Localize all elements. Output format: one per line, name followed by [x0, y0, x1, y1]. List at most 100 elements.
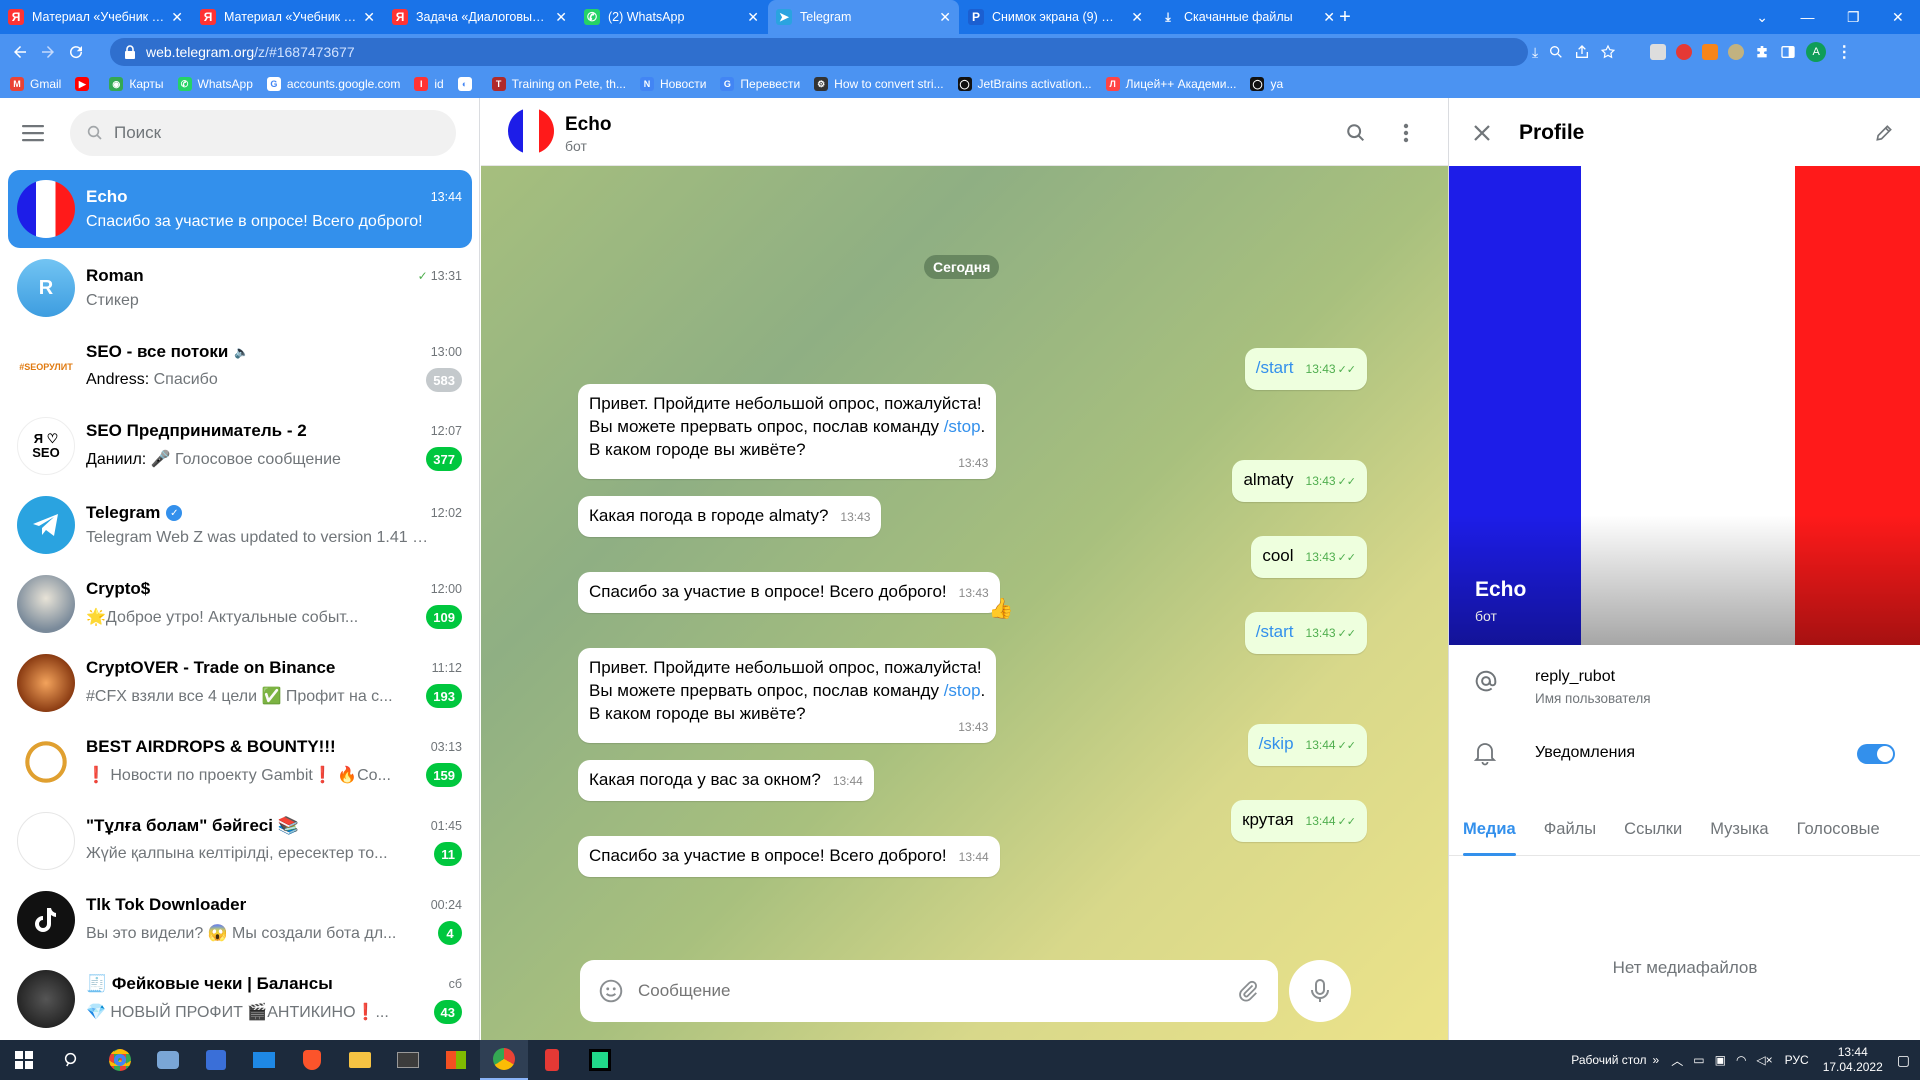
restore-icon[interactable]: ❐ — [1847, 9, 1860, 26]
command-link[interactable]: /stop — [944, 417, 981, 436]
taskbar-mail-icon[interactable] — [240, 1040, 288, 1080]
notifications-row[interactable]: Уведомления — [1449, 740, 1920, 766]
chat-list-item[interactable]: Я ♡ SEO SEO Предприниматель - 2 12:07 Дании… — [8, 407, 472, 485]
taskbar-app-icon[interactable] — [192, 1040, 240, 1080]
extension-icon[interactable] — [1676, 44, 1693, 60]
browser-tab[interactable]: ✆ (2) WhatsApp ✕ — [576, 0, 767, 34]
incoming-message[interactable]: Привет. Пройдите небольшой опрос, пожалу… — [578, 648, 997, 743]
profile-photo[interactable] — [1449, 166, 1920, 645]
browser-tab[interactable]: Я Задача «Диалоговый бот» — Ч ✕ — [384, 0, 575, 34]
chat-avatar[interactable] — [508, 108, 554, 154]
search-input[interactable]: Поиск — [70, 110, 456, 156]
tray-up-icon[interactable]: ︿ — [1671, 1052, 1683, 1069]
profile-tab[interactable]: Ссылки — [1624, 804, 1682, 856]
start-button[interactable] — [0, 1040, 48, 1080]
profile-tab[interactable]: Файлы — [1544, 804, 1596, 856]
chat-list-item[interactable]: Echo 13:44 Спасибо за участие в опросе! Вс… — [8, 170, 472, 248]
bookmark-item[interactable]: G Перевести — [720, 77, 800, 91]
close-tab-icon[interactable]: ✕ — [363, 9, 375, 26]
bookmark-item[interactable]: ⚙ How to convert stri... — [814, 77, 944, 91]
incoming-message[interactable]: Привет. Пройдите небольшой опрос, пожалу… — [578, 384, 997, 479]
outgoing-message[interactable]: cool 13:43 ✓✓ — [1251, 536, 1367, 578]
hamburger-menu-icon[interactable] — [22, 124, 44, 142]
voice-record-button[interactable] — [1289, 960, 1351, 1022]
bookmark-item[interactable]: ◐ — [457, 77, 478, 91]
emoji-icon[interactable] — [598, 978, 624, 1004]
command-link[interactable]: /stop — [944, 681, 981, 700]
tray-volume-icon[interactable]: ◁× — [1756, 1053, 1772, 1067]
chat-list-item[interactable]: #SEOРУЛИТ SEO - все потоки 🔈 13:00 Andress: … — [8, 328, 472, 406]
tray-language[interactable]: РУС — [1785, 1053, 1809, 1067]
taskbar-chrome-active-icon[interactable] — [480, 1040, 528, 1080]
chat-list-item[interactable]: R Roman ✓ 13:31 Стикер — [8, 249, 472, 327]
outgoing-message[interactable]: /start 13:43 ✓✓ — [1244, 612, 1367, 654]
username-row[interactable]: reply_rubot Имя пользователя — [1449, 668, 1920, 706]
incoming-message[interactable]: Спасибо за участие в опросе! Всего добро… — [578, 572, 1014, 620]
bookmark-item[interactable]: T Training on Pete, th... — [491, 77, 626, 91]
install-app-icon[interactable]: ⤓ — [1532, 44, 1538, 61]
bookmark-item[interactable]: Л Лицей++ Академи... — [1105, 77, 1236, 91]
profile-avatar[interactable]: A — [1806, 42, 1827, 62]
chat-list-item[interactable]: "Тұлға болам" бәйгесі 📚 01:45 Жүйе қалпына… — [8, 802, 472, 880]
chat-list-item[interactable]: 🧾 Фейковые чеки | Балансы сб 💎 НОВЫЙ ПРОФИ… — [8, 960, 472, 1038]
incoming-message[interactable]: Спасибо за участие в опросе! Всего добро… — [578, 836, 1000, 877]
browser-tab[interactable]: P Снимок экрана (9) — Postimag ✕ — [960, 0, 1151, 34]
tray-camera-icon[interactable]: ▣ — [1715, 1053, 1726, 1067]
tray-clock[interactable]: 13:44 17.04.2022 — [1823, 1045, 1883, 1075]
close-window-icon[interactable]: ✕ — [1892, 9, 1904, 26]
outgoing-message[interactable]: крутая 13:44 ✓✓ — [1231, 800, 1367, 842]
chat-list-item[interactable]: Telegram ✓ 12:02 Telegram Web Z was updated… — [8, 486, 472, 564]
tab-search-icon[interactable]: ⌄ — [1756, 9, 1768, 26]
address-bar[interactable]: web.telegram.org/z/#1687473677 — [110, 38, 1528, 66]
close-tab-icon[interactable]: ✕ — [171, 9, 183, 26]
bookmark-item[interactable]: ✆ WhatsApp — [177, 77, 253, 91]
extension-icon[interactable] — [1728, 44, 1745, 60]
desktop-label[interactable]: Рабочий стол — [1571, 1053, 1646, 1067]
close-icon[interactable] — [1473, 124, 1491, 142]
bookmark-item[interactable]: N Новости — [639, 77, 706, 91]
chat-list-item[interactable]: Crypto$ 12:00 🌟Доброе утро! Актуальные соб… — [8, 565, 472, 643]
thumbs-up-reaction-icon[interactable]: 👍 — [989, 598, 1014, 621]
bookmark-item[interactable]: ▶ — [75, 77, 95, 91]
metamask-icon[interactable] — [1702, 44, 1719, 60]
notifications-toggle[interactable] — [1857, 744, 1895, 764]
browser-tab[interactable]: ➤ Telegram ✕ — [768, 0, 959, 34]
new-tab-button[interactable]: + — [1330, 0, 1360, 34]
bookmark-item[interactable]: ◯ ya — [1250, 77, 1283, 91]
menu-dots-icon[interactable]: ⋮ — [1836, 42, 1852, 62]
profile-tab[interactable]: Медиа — [1463, 804, 1516, 856]
back-button[interactable] — [6, 38, 34, 66]
attach-icon[interactable] — [1236, 979, 1260, 1003]
incoming-message[interactable]: Какая погода в городе almaty? 13:43 — [578, 496, 882, 537]
minimize-icon[interactable]: — — [1800, 9, 1814, 25]
bookmark-item[interactable]: ◯ JetBrains activation... — [957, 77, 1092, 91]
taskbar-search-button[interactable] — [48, 1040, 96, 1080]
more-options-icon[interactable] — [1403, 122, 1409, 144]
sidepanel-icon[interactable] — [1780, 44, 1796, 60]
browser-tab[interactable]: Я Материал «Учебник | Чат-боты ✕ — [0, 0, 191, 34]
outgoing-message[interactable]: almaty 13:43 ✓✓ — [1232, 460, 1367, 502]
profile-tab[interactable]: Музыка — [1710, 804, 1768, 856]
chat-list-item[interactable]: CryptOVER - Trade on Binance 11:12 #CFX вз… — [8, 644, 472, 722]
close-tab-icon[interactable]: ✕ — [747, 9, 759, 26]
browser-tab[interactable]: Я Материал «Учебник | Чат-боты ✕ — [192, 0, 383, 34]
tray-wifi-icon[interactable]: ◠ — [1736, 1053, 1746, 1067]
outgoing-message[interactable]: /start 13:43 ✓✓ — [1244, 348, 1367, 390]
close-tab-icon[interactable]: ✕ — [1131, 9, 1143, 26]
taskbar-store-icon[interactable] — [432, 1040, 480, 1080]
bookmark-item[interactable]: ◉ Карты — [109, 77, 164, 91]
command-link[interactable]: /start — [1256, 358, 1294, 377]
reload-button[interactable] — [62, 38, 90, 66]
taskbar-chrome-icon[interactable] — [96, 1040, 144, 1080]
search-icon[interactable] — [1345, 122, 1367, 144]
star-icon[interactable] — [1600, 44, 1616, 60]
taskbar-pycharm-icon[interactable] — [576, 1040, 624, 1080]
extension-icon[interactable] — [1650, 44, 1667, 60]
taskbar-app-icon[interactable] — [528, 1040, 576, 1080]
command-link[interactable]: /skip — [1259, 734, 1294, 753]
bookmark-item[interactable]: M Gmail — [10, 77, 61, 91]
chat-header[interactable]: Echo бот — [481, 98, 1448, 166]
share-icon[interactable] — [1574, 44, 1590, 60]
command-link[interactable]: /start — [1256, 622, 1294, 641]
chat-list-item[interactable]: BEST AIRDROPS & BOUNTY!!! 03:13 ❗ Новости … — [8, 723, 472, 801]
